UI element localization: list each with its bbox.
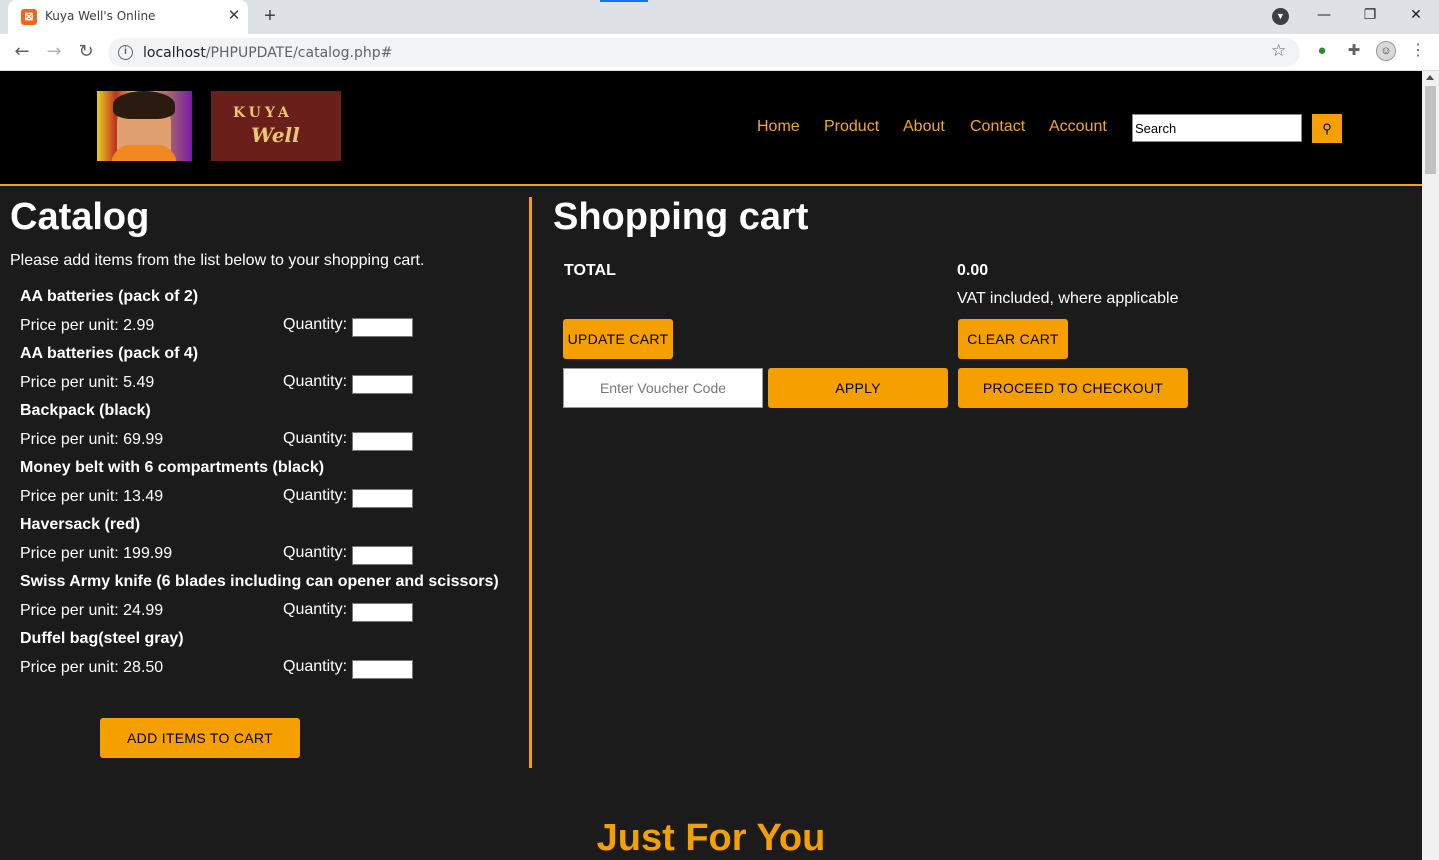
forward-button[interactable]: → (41, 39, 67, 65)
tab-search-icon[interactable]: ▼ (1272, 8, 1289, 25)
catalog-item: AA batteries (pack of 2) Price per unit:… (20, 288, 520, 345)
apply-voucher-button[interactable]: APPLY (768, 368, 948, 408)
browser-toolbar: ← → ↻ i localhost/PHPUPDATE/catalog.php#… (0, 34, 1439, 71)
catalog-item: Swiss Army knife (6 blades including can… (20, 573, 520, 630)
site-header: KUYA Well Home Product About Contact Acc… (0, 71, 1422, 186)
logo-line-1: KUYA (233, 105, 293, 121)
cart-title: Shopping cart (553, 196, 809, 238)
logo-wordmark[interactable]: KUYA Well (211, 91, 341, 161)
page-viewport: KUYA Well Home Product About Contact Acc… (0, 71, 1422, 860)
voucher-code-input[interactable] (563, 368, 763, 408)
item-name: Backpack (black) (20, 402, 151, 419)
add-items-to-cart-button[interactable]: ADD ITEMS TO CART (100, 718, 300, 758)
logo-line-2: Well (251, 123, 300, 147)
item-price: Price per unit: 199.99 (20, 545, 173, 562)
logo-shirt-shape (111, 145, 177, 161)
menu-dots-icon[interactable]: ⋮ (1408, 41, 1428, 61)
item-name: AA batteries (pack of 2) (20, 288, 199, 305)
item-name: Money belt with 6 compartments (black) (20, 459, 325, 476)
minimize-button[interactable]: — (1301, 0, 1347, 32)
quantity-label: Quantity: (283, 373, 348, 390)
nav-about[interactable]: About (903, 118, 945, 136)
nav-contact[interactable]: Contact (970, 118, 1025, 136)
scrollbar-thumb[interactable] (1425, 86, 1436, 174)
vat-note: VAT included, where applicable (957, 290, 1179, 307)
search-icon: ⚲ (1322, 121, 1332, 136)
item-price: Price per unit: 5.49 (20, 374, 155, 391)
quantity-label: Quantity: (283, 658, 348, 675)
quantity-input[interactable] (352, 432, 413, 451)
info-icon[interactable]: i (118, 45, 133, 60)
catalog-item: Backpack (black) Price per unit: 69.99 Q… (20, 402, 520, 459)
catalog-item: AA batteries (pack of 4) Price per unit:… (20, 345, 520, 402)
update-cart-button[interactable]: UPDATE CART (563, 319, 673, 359)
item-price: Price per unit: 24.99 (20, 602, 164, 619)
quantity-label: Quantity: (283, 544, 348, 561)
tab-close-icon[interactable]: ✕ (225, 6, 243, 26)
favicon-icon: ⊠ (21, 9, 37, 25)
quantity-input[interactable] (352, 546, 413, 565)
item-price: Price per unit: 69.99 (20, 431, 164, 448)
quantity-input[interactable] (352, 660, 413, 679)
quantity-label: Quantity: (283, 601, 348, 618)
item-price: Price per unit: 2.99 (20, 317, 155, 334)
section-divider (529, 197, 532, 768)
url-path: /PHPUPDATE/catalog.php# (205, 45, 393, 61)
tab-strip-indicator (600, 0, 648, 2)
item-name: Haversack (red) (20, 516, 141, 533)
item-price: Price per unit: 28.50 (20, 659, 164, 676)
quantity-input[interactable] (352, 375, 413, 394)
logo-hair-shape (113, 91, 175, 119)
total-value: 0.00 (957, 262, 989, 279)
catalog-item: Duffel bag(steel gray) Price per unit: 2… (20, 630, 520, 687)
nav-product[interactable]: Product (824, 118, 879, 136)
quantity-label: Quantity: (283, 316, 348, 333)
total-label: TOTAL (564, 262, 616, 279)
quantity-label: Quantity: (283, 487, 348, 504)
new-tab-button[interactable]: + (258, 5, 282, 29)
search-input[interactable] (1132, 114, 1302, 142)
catalog-item: Haversack (red) Price per unit: 199.99 Q… (20, 516, 520, 573)
browser-tab-bar: ⊠ Kuya Well's Online ✕ + ▼ — ❐ ✕ (0, 0, 1439, 34)
item-price: Price per unit: 13.49 (20, 488, 164, 505)
page-scrollbar[interactable] (1422, 71, 1439, 860)
back-button[interactable]: ← (9, 39, 35, 65)
reload-button[interactable]: ↻ (73, 39, 99, 65)
address-bar[interactable]: i localhost/PHPUPDATE/catalog.php# ☆ (108, 38, 1300, 67)
close-window-button[interactable]: ✕ (1393, 0, 1439, 32)
quantity-input[interactable] (352, 489, 413, 508)
item-name: Swiss Army knife (6 blades including can… (20, 573, 499, 590)
item-name: Duffel bag(steel gray) (20, 630, 184, 647)
catalog-intro: Please add items from the list below to … (10, 252, 425, 269)
clear-cart-button[interactable]: CLEAR CART (958, 319, 1068, 359)
browser-tab[interactable]: ⊠ Kuya Well's Online ✕ (8, 0, 248, 34)
profile-avatar[interactable]: ☺ (1376, 41, 1396, 61)
url-text[interactable]: localhost/PHPUPDATE/catalog.php# (143, 45, 392, 61)
quantity-input[interactable] (352, 603, 413, 622)
just-for-you-heading: Just For You (596, 817, 826, 859)
logo-caricature[interactable] (97, 91, 192, 161)
quantity-input[interactable] (352, 318, 413, 337)
scroll-up-arrow-icon[interactable] (1426, 75, 1434, 80)
tab-title: Kuya Well's Online (45, 9, 156, 23)
catalog-title: Catalog (10, 196, 150, 238)
item-name: AA batteries (pack of 4) (20, 345, 199, 362)
proceed-to-checkout-button[interactable]: PROCEED TO CHECKOUT (958, 368, 1188, 408)
search-button[interactable]: ⚲ (1312, 114, 1342, 143)
nav-home[interactable]: Home (757, 118, 800, 136)
quantity-label: Quantity: (283, 430, 348, 447)
star-icon[interactable]: ☆ (1271, 41, 1286, 61)
maximize-button[interactable]: ❐ (1347, 0, 1393, 32)
puzzle-icon[interactable]: ✚ (1344, 41, 1364, 61)
nav-account[interactable]: Account (1049, 118, 1107, 136)
extension-globe-icon[interactable]: ● (1312, 41, 1332, 61)
catalog-item: Money belt with 6 compartments (black) P… (20, 459, 520, 516)
url-host: localhost (143, 45, 206, 61)
